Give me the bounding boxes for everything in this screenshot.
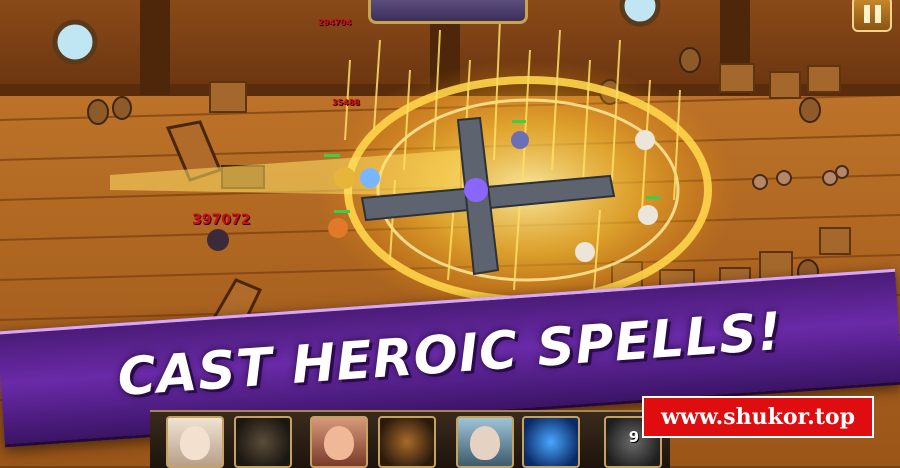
pause-icon-bar-left [863,5,870,23]
damage-number-small: 294704 [318,18,352,27]
pause-icon-bar-right [874,5,881,23]
spell-cooldown-count: 9 [628,428,640,446]
damage-number-main: 397072 [192,212,251,228]
pause-button[interactable] [852,0,892,32]
hero-portrait-1[interactable] [166,416,224,468]
damage-number-small: 35488 [332,98,360,107]
site-watermark: www.shukor.top [642,396,874,438]
hero-portrait-icon [470,426,500,460]
spell-slot-3[interactable] [522,416,580,468]
hero-portrait-icon [180,426,210,460]
spell-slot-1[interactable] [234,416,292,468]
wave-counter-badge [368,0,528,24]
hero-portrait-3[interactable] [456,416,514,468]
hero-portrait-icon [324,426,354,460]
hero-portrait-2[interactable] [310,416,368,468]
spell-slot-2[interactable] [378,416,436,468]
